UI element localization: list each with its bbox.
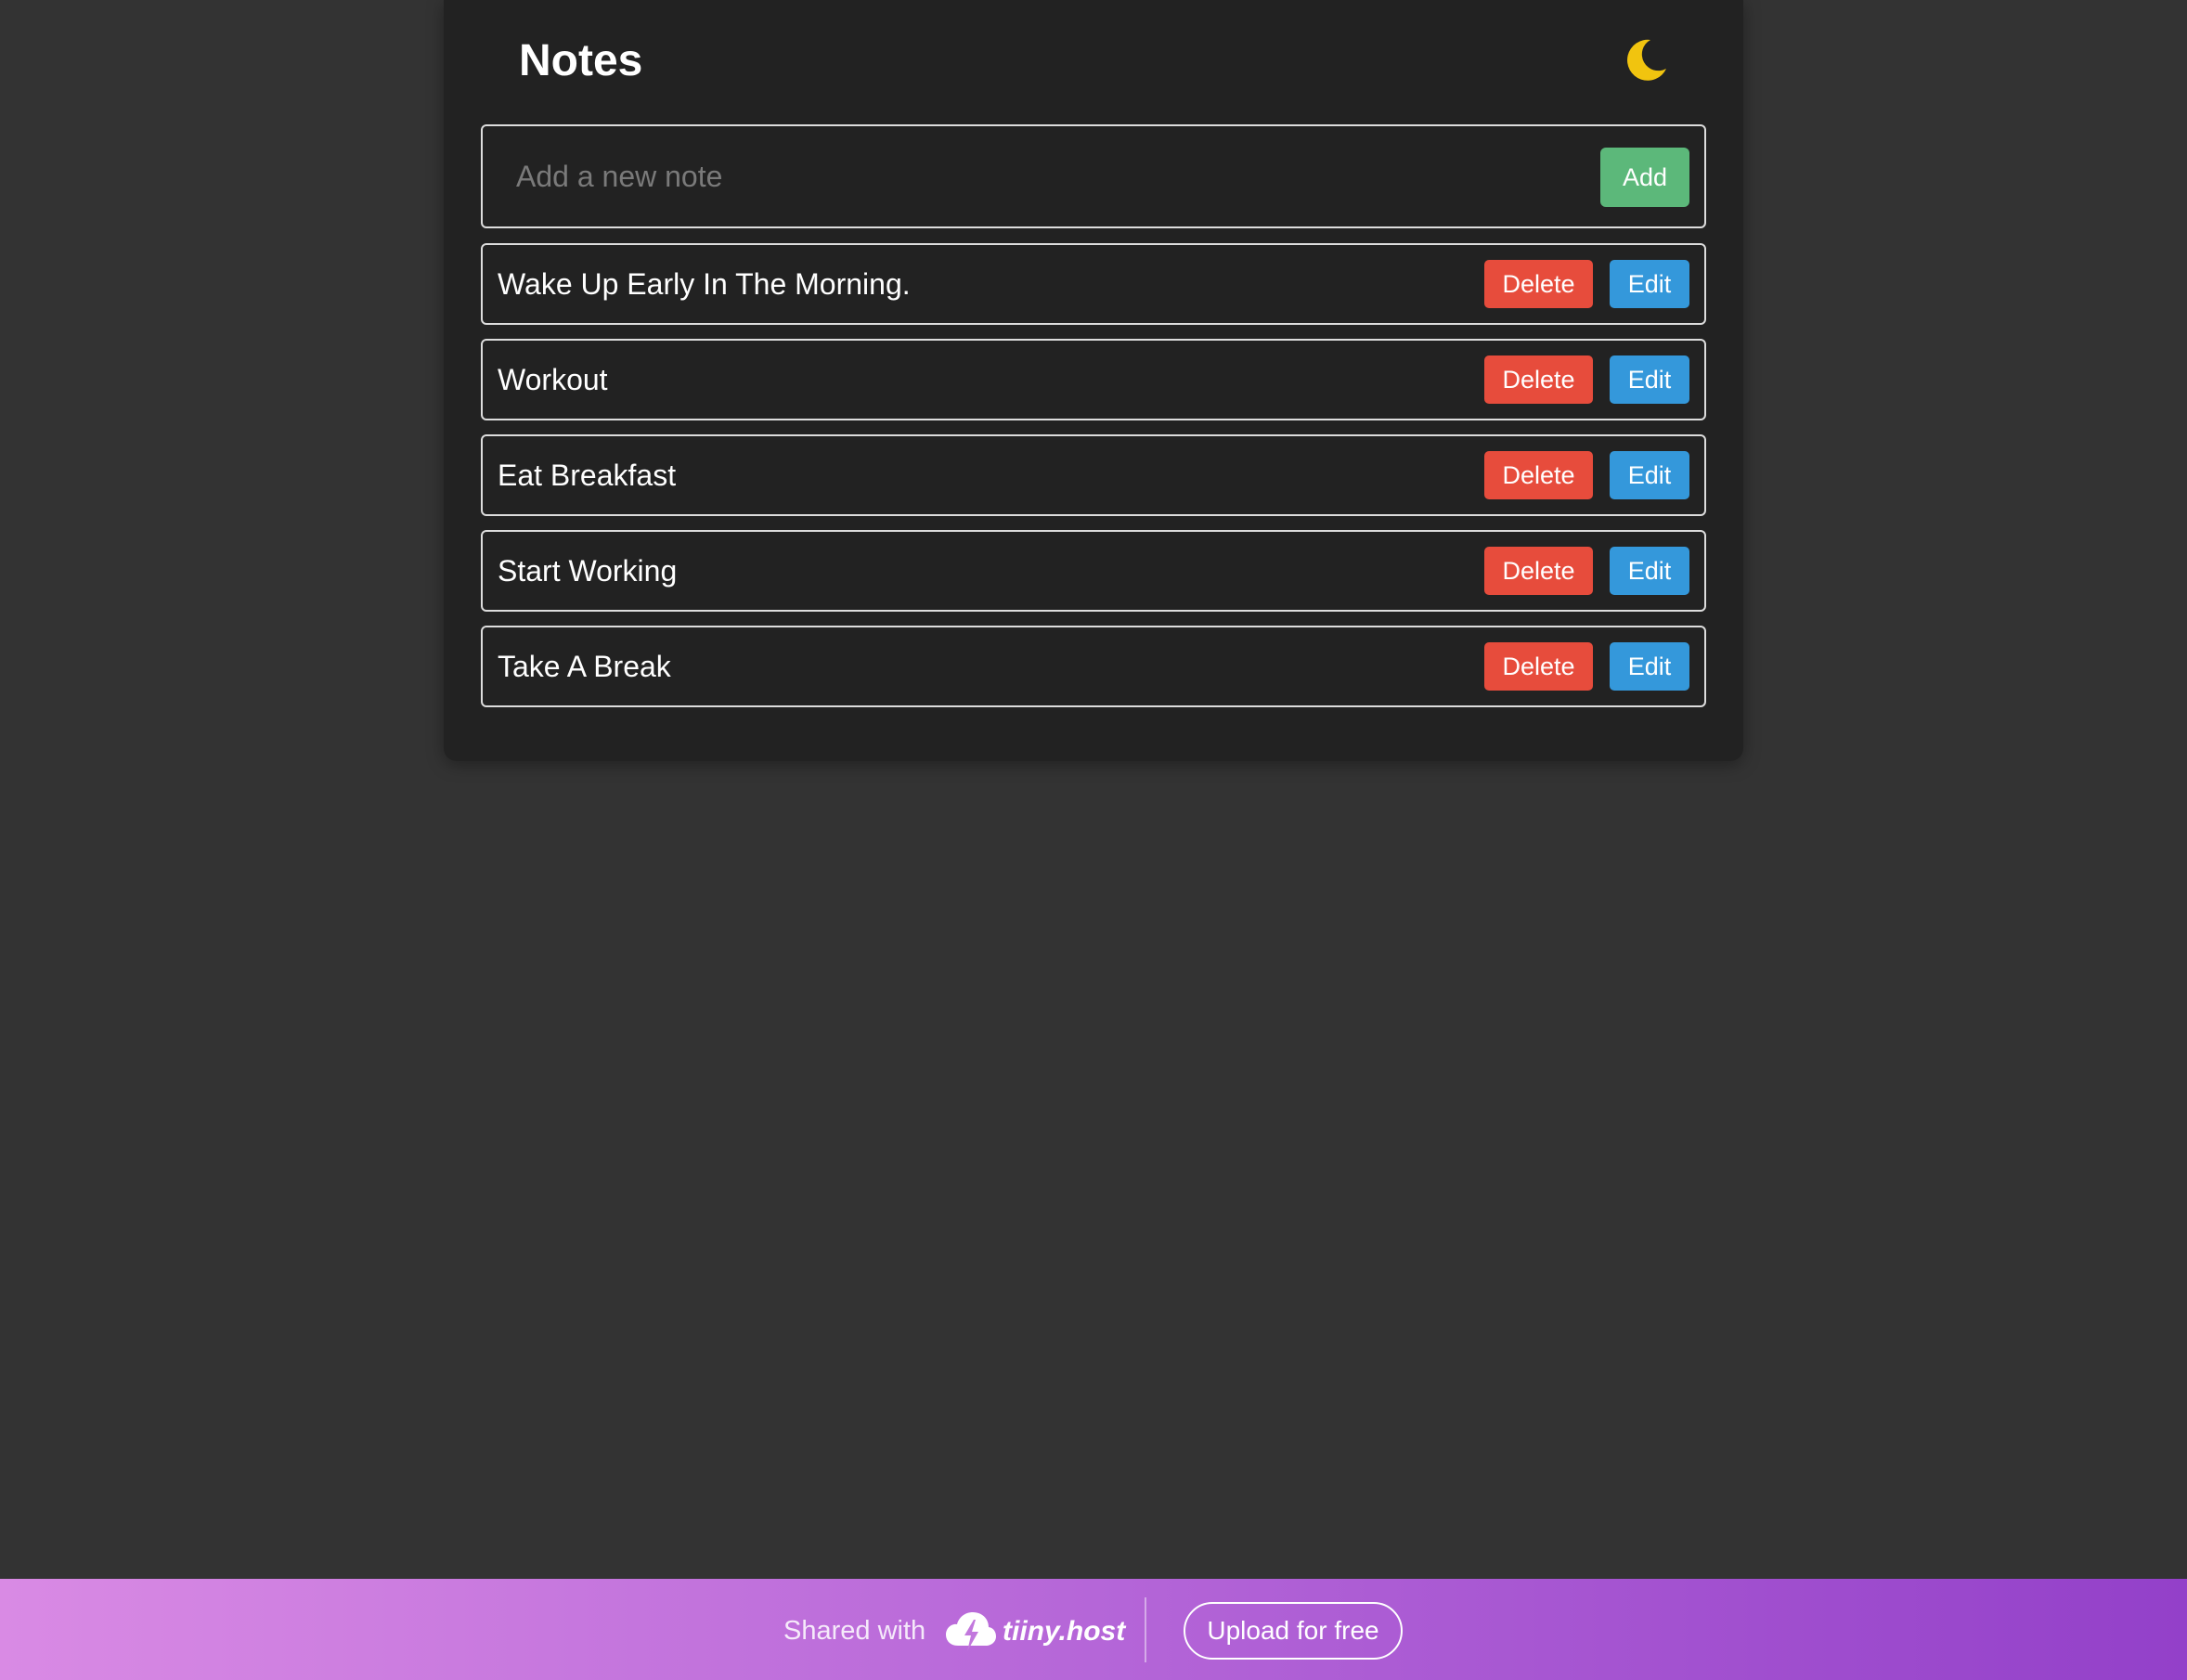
- theme-toggle-button[interactable]: [1623, 37, 1669, 84]
- moon-icon: [1627, 39, 1666, 81]
- edit-note-button[interactable]: Edit: [1610, 355, 1689, 404]
- delete-note-button[interactable]: Delete: [1484, 547, 1593, 595]
- note-item: Eat Breakfast Delete Edit: [481, 434, 1706, 516]
- tiiny-host-banner: Shared with tiiny.host Upload for free: [0, 1579, 2187, 1680]
- add-note-button[interactable]: Add: [1600, 148, 1689, 207]
- edit-note-button[interactable]: Edit: [1610, 547, 1689, 595]
- note-text: Start Working: [498, 554, 678, 588]
- delete-note-button[interactable]: Delete: [1484, 260, 1593, 308]
- note-text: Wake Up Early In The Morning.: [498, 267, 911, 301]
- new-note-form: Add: [481, 124, 1706, 228]
- page: Notes Add Wake Up Early In The Morning. …: [0, 0, 2187, 1680]
- new-note-input[interactable]: [499, 139, 1461, 213]
- cloud-bolt-icon: [946, 1612, 996, 1651]
- note-item: Wake Up Early In The Morning. Delete Edi…: [481, 243, 1706, 325]
- card-header: Notes: [481, 0, 1706, 124]
- note-text: Eat Breakfast: [498, 459, 677, 492]
- delete-note-button[interactable]: Delete: [1484, 451, 1593, 499]
- brand-name[interactable]: tiiny.host: [1003, 1579, 1125, 1680]
- page-title: Notes: [519, 36, 643, 85]
- note-item: Take A Break Delete Edit: [481, 626, 1706, 707]
- note-item: Start Working Delete Edit: [481, 530, 1706, 612]
- note-text: Workout: [498, 363, 608, 396]
- edit-note-button[interactable]: Edit: [1610, 260, 1689, 308]
- upload-for-free-button[interactable]: Upload for free: [1184, 1602, 1403, 1660]
- note-text: Take A Break: [498, 650, 671, 683]
- notes-list: Wake Up Early In The Morning. Delete Edi…: [481, 243, 1706, 721]
- edit-note-button[interactable]: Edit: [1610, 451, 1689, 499]
- delete-note-button[interactable]: Delete: [1484, 355, 1593, 404]
- notes-card: Notes Add Wake Up Early In The Morning. …: [444, 0, 1743, 761]
- shared-with-text: Shared with: [783, 1616, 926, 1646]
- delete-note-button[interactable]: Delete: [1484, 642, 1593, 691]
- footer-divider: [1145, 1597, 1146, 1662]
- note-item: Workout Delete Edit: [481, 339, 1706, 420]
- edit-note-button[interactable]: Edit: [1610, 642, 1689, 691]
